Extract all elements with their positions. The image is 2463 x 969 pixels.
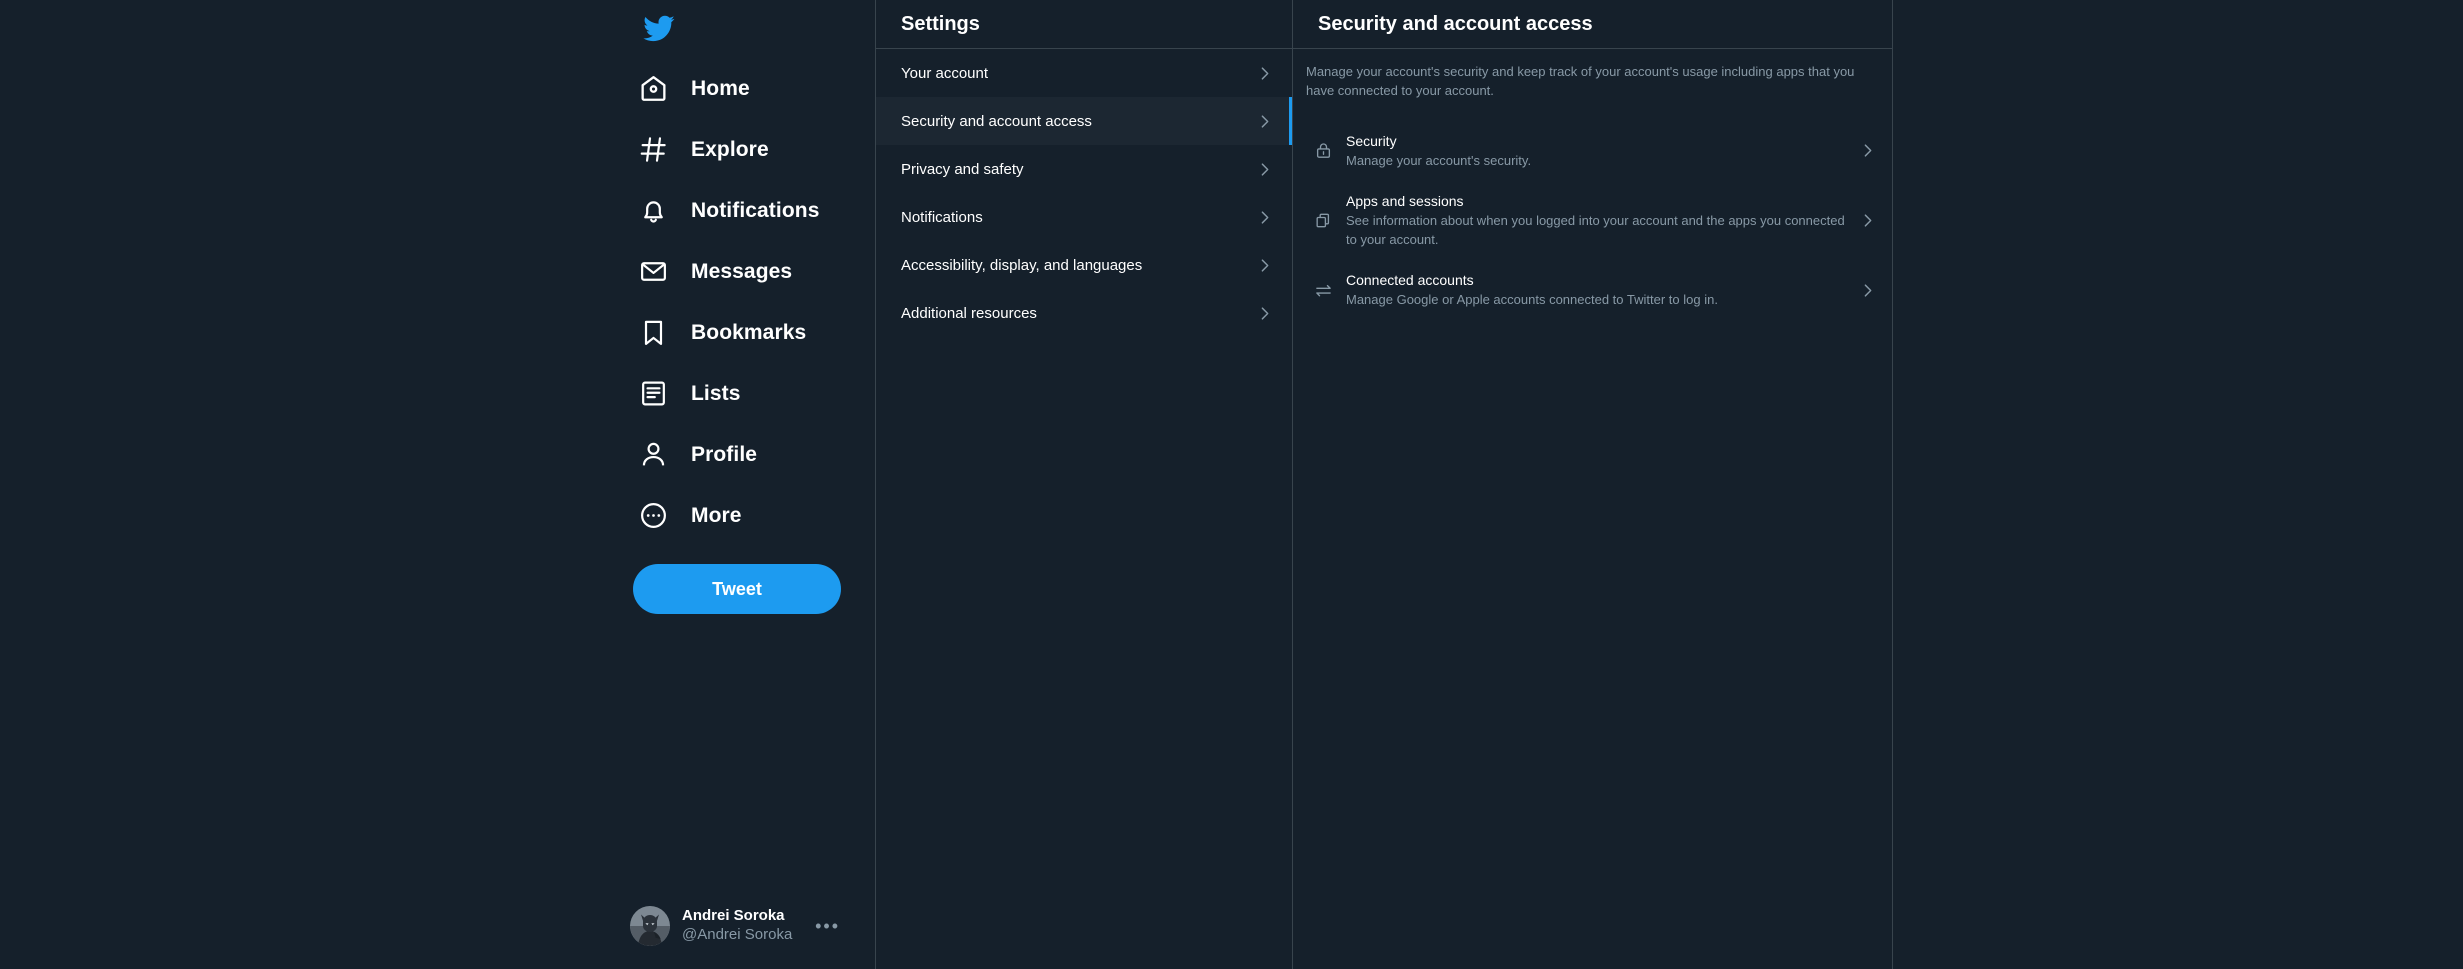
chevron-right-icon xyxy=(1256,161,1273,178)
chevron-right-icon xyxy=(1256,257,1273,274)
sidebar-item-label: Explore xyxy=(691,137,769,161)
copy-layers-icon xyxy=(1306,211,1340,230)
settings-item-privacy-and-safety[interactable]: Privacy and safety xyxy=(876,145,1292,193)
detail-option-list: Security Manage your account's security.… xyxy=(1293,121,1892,321)
settings-nav-list: Your account Security and account access… xyxy=(876,49,1292,337)
settings-item-additional-resources[interactable]: Additional resources xyxy=(876,289,1292,337)
settings-item-label: Notifications xyxy=(901,208,983,226)
sidebar-item-messages[interactable]: Messages xyxy=(620,241,855,302)
detail-header-title: Security and account access xyxy=(1293,0,1892,49)
detail-item-title: Security xyxy=(1346,132,1397,149)
sidebar-item-profile[interactable]: Profile xyxy=(620,424,855,485)
sidebar-item-home[interactable]: Home xyxy=(620,58,855,119)
settings-column: Settings Your account Security and accou… xyxy=(875,0,1293,969)
left-navigation-column: Home Explore Notifications Messages Book… xyxy=(0,0,875,969)
sidebar-item-more[interactable]: More xyxy=(620,485,855,546)
account-handle: @Andrei Soroka xyxy=(682,926,793,943)
settings-item-label: Your account xyxy=(901,64,989,82)
detail-description: Manage your account's security and keep … xyxy=(1306,64,1855,98)
sidebar-item-label: Lists xyxy=(691,381,741,405)
account-more-icon[interactable]: ••• xyxy=(815,916,844,937)
detail-item-apps-and-sessions[interactable]: Apps and sessions See information about … xyxy=(1293,181,1892,260)
right-empty-area xyxy=(1893,0,2463,969)
tweet-button[interactable]: Tweet xyxy=(633,564,841,614)
detail-item-connected-accounts[interactable]: Connected accounts Manage Google or Appl… xyxy=(1293,260,1892,320)
sidebar-item-label: Profile xyxy=(691,442,758,466)
sidebar-item-notifications[interactable]: Notifications xyxy=(620,180,855,241)
sidebar-item-label: Bookmarks xyxy=(691,320,807,344)
sidebar-item-bookmarks[interactable]: Bookmarks xyxy=(620,302,855,363)
account-switcher[interactable]: Andrei Soroka @Andrei Soroka ••• xyxy=(624,895,850,957)
settings-item-label: Security and account access xyxy=(901,112,1092,130)
settings-item-security-and-account-access[interactable]: Security and account access xyxy=(876,97,1292,145)
detail-item-body: Apps and sessions See information about … xyxy=(1340,192,1849,249)
chevron-right-icon xyxy=(1256,113,1273,130)
left-navigation-inner: Home Explore Notifications Messages Book… xyxy=(620,0,855,969)
detail-item-title: Connected accounts xyxy=(1346,272,1474,289)
settings-item-label: Privacy and safety xyxy=(901,160,1024,178)
twitter-bird-logo[interactable] xyxy=(632,2,684,54)
chevron-right-icon xyxy=(1256,209,1273,226)
chevron-right-icon xyxy=(1849,142,1876,159)
more-circle-icon xyxy=(632,495,674,537)
home-icon xyxy=(632,68,674,110)
chevron-right-icon xyxy=(1256,305,1273,322)
settings-header-title: Settings xyxy=(876,0,1292,49)
sidebar-item-label: More xyxy=(691,503,742,527)
envelope-icon xyxy=(632,251,674,293)
settings-item-notifications[interactable]: Notifications xyxy=(876,193,1292,241)
detail-item-body: Security Manage your account's security. xyxy=(1340,132,1849,170)
detail-column: Security and account access Manage your … xyxy=(1293,0,1893,969)
person-icon xyxy=(632,434,674,476)
account-text: Andrei Soroka @Andrei Soroka xyxy=(682,907,815,945)
detail-item-body: Connected accounts Manage Google or Appl… xyxy=(1340,271,1849,309)
detail-item-subtitle: Manage Google or Apple accounts connecte… xyxy=(1346,292,1718,308)
settings-item-your-account[interactable]: Your account xyxy=(876,49,1292,97)
settings-item-label: Additional resources xyxy=(901,304,1037,322)
avatar xyxy=(630,906,670,946)
sidebar-item-label: Home xyxy=(691,76,750,100)
bookmark-icon xyxy=(632,312,674,354)
chevron-right-icon xyxy=(1256,65,1273,82)
chevron-right-icon xyxy=(1849,212,1876,229)
swap-arrows-icon xyxy=(1306,281,1340,300)
sidebar-item-label: Notifications xyxy=(691,198,820,222)
primary-navigation-list: Home Explore Notifications Messages Book… xyxy=(620,58,855,546)
settings-item-label: Accessibility, display, and languages xyxy=(901,256,1143,274)
detail-item-title: Apps and sessions xyxy=(1346,193,1464,210)
detail-item-security[interactable]: Security Manage your account's security. xyxy=(1293,121,1892,181)
list-icon xyxy=(632,373,674,415)
sidebar-item-lists[interactable]: Lists xyxy=(620,363,855,424)
detail-item-subtitle: See information about when you logged in… xyxy=(1346,213,1845,247)
chevron-right-icon xyxy=(1849,282,1876,299)
bell-icon xyxy=(632,190,674,232)
sidebar-item-label: Messages xyxy=(691,259,793,283)
account-display-name: Andrei Soroka xyxy=(682,907,785,925)
hash-icon xyxy=(632,129,674,171)
sidebar-item-explore[interactable]: Explore xyxy=(620,119,855,180)
detail-item-subtitle: Manage your account's security. xyxy=(1346,152,1532,168)
lock-icon xyxy=(1306,141,1340,160)
settings-item-accessibility-display-and-languages[interactable]: Accessibility, display, and languages xyxy=(876,241,1292,289)
twitter-settings-app: Home Explore Notifications Messages Book… xyxy=(0,0,2463,969)
